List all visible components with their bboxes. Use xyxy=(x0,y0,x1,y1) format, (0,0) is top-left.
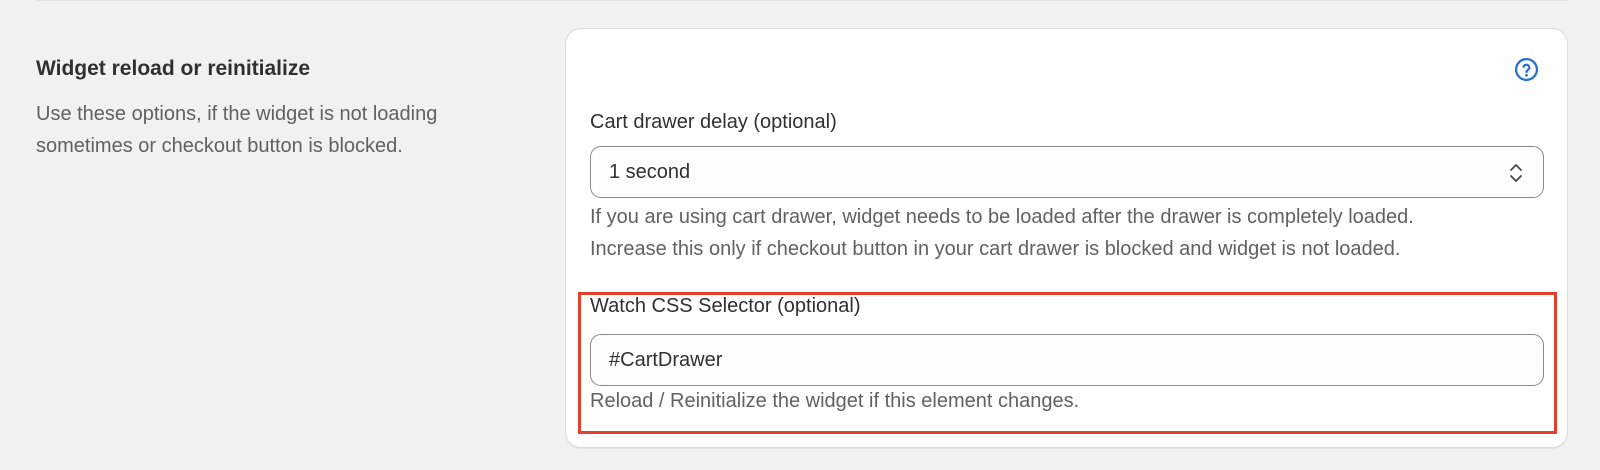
cart-drawer-delay-label: Cart drawer delay (optional) xyxy=(590,111,837,133)
question-circle-icon[interactable] xyxy=(1514,57,1539,82)
watch-css-selector-help: Reload / Reinitialize the widget if this… xyxy=(590,390,1080,412)
watch-css-selector-field[interactable] xyxy=(590,334,1544,386)
settings-card: Cart drawer delay (optional) 1 second If… xyxy=(565,28,1568,448)
select-chevron-icon xyxy=(1510,164,1522,182)
section-title: Widget reload or reinitialize xyxy=(36,57,311,80)
watch-css-selector-label: Watch CSS Selector (optional) xyxy=(590,295,861,317)
cart-drawer-delay-select[interactable]: 1 second xyxy=(590,146,1544,198)
cart-drawer-delay-help-line-1: If you are using cart drawer, widget nee… xyxy=(590,206,1414,228)
watch-css-selector-input[interactable] xyxy=(609,348,1543,372)
top-divider xyxy=(36,0,1568,1)
section-header: Widget reload or reinitialize Use these … xyxy=(36,54,506,162)
cart-drawer-delay-value: 1 second xyxy=(609,160,691,183)
section-description: Use these options, if the widget is not … xyxy=(36,103,438,157)
cart-drawer-delay-help-line-2: Increase this only if checkout button in… xyxy=(590,238,1401,260)
